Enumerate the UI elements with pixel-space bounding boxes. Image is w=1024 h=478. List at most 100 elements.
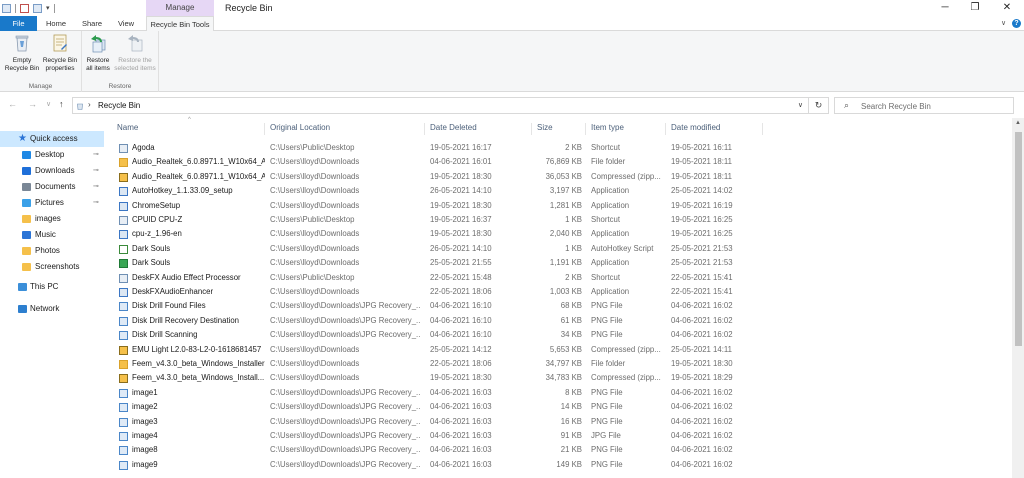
table-row[interactable]: ChromeSetup C:\Users\lloyd\Downloads 19-05… <box>112 199 772 213</box>
breadcrumb-recycle-bin[interactable]: Recycle Bin <box>98 101 140 110</box>
pin-icon[interactable]: ⊸ <box>93 147 99 163</box>
navigation-pane: ★ Quick access Desktop ⊸ Downloads ⊸ Documen… <box>0 118 112 478</box>
new-folder-icon[interactable] <box>33 3 42 13</box>
table-row[interactable]: Dark Souls C:\Users\lloyd\Downloads 25-05-… <box>112 256 772 270</box>
forward-button[interactable]: → <box>28 99 37 109</box>
table-row[interactable]: Feem_v4.3.0_beta_Windows_Installer C:\Use… <box>112 357 772 371</box>
sidebar-item-downloads[interactable]: Downloads ⊸ <box>0 163 104 179</box>
manage-group: Empty Recycle Bin Recycle Bin properties… <box>0 31 82 92</box>
table-row[interactable]: image3 C:\Users\lloyd\Downloads\JPG Recov… <box>112 415 772 429</box>
pin-icon[interactable]: ⊸ <box>93 179 99 195</box>
table-row[interactable]: Agoda C:\Users\Public\Desktop 19-05-2021 1… <box>112 141 772 155</box>
tab-recycle-bin-tools[interactable]: Recycle Bin Tools <box>146 16 214 32</box>
table-row[interactable]: Feem_v4.3.0_beta_Windows_Install... C:\Us… <box>112 371 772 385</box>
cell-name: image1 <box>132 387 158 397</box>
column-header-date-deleted[interactable]: Date Deleted <box>425 123 532 135</box>
folder-icon <box>119 360 128 369</box>
cell-date-modified: 04-06-2021 16:02 <box>671 301 733 311</box>
recycle-bin-properties-button[interactable]: Recycle Bin properties <box>40 33 80 73</box>
nav-network[interactable]: Network <box>0 301 104 317</box>
table-row[interactable]: Audio_Realtek_6.0.8971.1_W10x64_A C:\User… <box>112 155 772 169</box>
table-row[interactable]: Disk Drill Scanning C:\Users\lloyd\Downlo… <box>112 328 772 342</box>
cell-size: 2 KB <box>565 272 582 282</box>
table-row[interactable]: Audio_Realtek_6.0.8971.1_W10x64_A C:\User… <box>112 170 772 184</box>
column-header-name[interactable]: Name <box>112 123 265 135</box>
cell-item-type: File folder <box>591 157 626 167</box>
column-header-date-modified[interactable]: Date modified <box>666 123 763 135</box>
help-icon[interactable]: ? <box>1012 19 1021 28</box>
up-button[interactable]: ↑ <box>59 99 64 109</box>
cell-size: 149 KB <box>556 459 582 469</box>
table-row[interactable]: Disk Drill Found Files C:\Users\lloyd\Dow… <box>112 299 772 313</box>
sidebar-item-desktop[interactable]: Desktop ⊸ <box>0 147 104 163</box>
table-row[interactable]: cpu-z_1.96-en C:\Users\lloyd\Downloads 19-… <box>112 227 772 241</box>
table-row[interactable]: image1 C:\Users\lloyd\Downloads\JPG Recov… <box>112 386 772 400</box>
cell-name: AutoHotkey_1.1.33.09_setup <box>132 186 233 196</box>
restore-selected-items-button[interactable]: Restore the selected items <box>112 33 158 73</box>
minimize-button[interactable]: ─ <box>928 0 962 16</box>
table-row[interactable]: image4 C:\Users\lloyd\Downloads\JPG Recov… <box>112 429 772 443</box>
maximize-button[interactable]: ❐ <box>958 0 992 16</box>
table-row[interactable]: DeskFXAudioEnhancer C:\Users\lloyd\Downlo… <box>112 285 772 299</box>
vertical-scrollbar[interactable]: ▲ <box>1012 118 1024 478</box>
table-row[interactable]: Disk Drill Recovery Destination C:\Users\… <box>112 314 772 328</box>
nav-quick-access[interactable]: ★ Quick access <box>0 131 104 147</box>
cell-size: 1,003 KB <box>549 287 582 296</box>
tab-view[interactable]: View <box>111 16 141 31</box>
cell-name: cpu-z_1.96-en <box>132 229 182 239</box>
address-bar[interactable]: › Recycle Bin ∨ <box>72 97 809 114</box>
sidebar-item-documents[interactable]: Documents ⊸ <box>0 179 104 195</box>
column-header-original-location[interactable]: Original Location <box>265 123 425 135</box>
sidebar-item-music[interactable]: Music <box>0 227 104 243</box>
search-input[interactable] <box>861 100 1009 112</box>
cell-size: 61 KB <box>560 315 582 325</box>
table-row[interactable]: image2 C:\Users\lloyd\Downloads\JPG Recov… <box>112 400 772 414</box>
recent-locations-button[interactable]: ∨ <box>46 100 51 108</box>
documents-icon <box>22 183 31 191</box>
table-row[interactable]: CPUID CPU-Z C:\Users\Public\Desktop 19-05-… <box>112 213 772 227</box>
cell-name: Disk Drill Recovery Destination <box>132 315 240 325</box>
cell-name: image3 <box>132 416 158 426</box>
scrollbar-thumb[interactable] <box>1015 132 1022 346</box>
tab-home[interactable]: Home <box>40 16 72 31</box>
scroll-up-arrow-icon[interactable]: ▲ <box>1012 120 1024 126</box>
tab-file[interactable]: File <box>0 16 37 31</box>
cell-name: DeskFX Audio Effect Processor <box>132 272 241 282</box>
close-button[interactable]: ✕ <box>990 0 1024 16</box>
table-row[interactable]: image9 C:\Users\lloyd\Downloads\JPG Recov… <box>112 458 772 472</box>
collapse-ribbon-icon[interactable]: ∨ <box>1001 19 1006 27</box>
cell-date-modified: 04-06-2021 16:02 <box>671 330 733 340</box>
address-dropdown-icon[interactable]: ∨ <box>798 101 803 109</box>
restore-all-items-button[interactable]: Restore all items <box>83 33 113 73</box>
search-box[interactable]: ⌕ <box>834 97 1014 114</box>
tab-share[interactable]: Share <box>76 16 108 31</box>
sidebar-item-images[interactable]: images <box>0 211 104 227</box>
table-row[interactable]: DeskFX Audio Effect Processor C:\Users\Pu… <box>112 271 772 285</box>
cell-date-modified: 04-06-2021 16:02 <box>671 315 733 325</box>
cell-item-type: Compressed (zipp... <box>591 171 661 181</box>
shortcut-icon <box>119 216 128 225</box>
table-row[interactable]: Dark Souls C:\Users\lloyd\Downloads 26-05-… <box>112 242 772 256</box>
sidebar-item-screenshots[interactable]: Screenshots <box>0 259 104 275</box>
cell-original-location: C:\Users\lloyd\Downloads\JPG Recovery_..… <box>270 301 420 311</box>
customize-toolbar-chevron-icon[interactable]: ▾ <box>46 4 50 12</box>
refresh-button[interactable]: ↻ <box>809 97 829 114</box>
cell-original-location: C:\Users\lloyd\Downloads\JPG Recovery_..… <box>270 315 420 325</box>
column-header-item-type[interactable]: Item type <box>586 123 666 135</box>
sidebar-item-pictures[interactable]: Pictures ⊸ <box>0 195 104 211</box>
nav-this-pc[interactable]: This PC <box>0 279 104 295</box>
table-row[interactable]: AutoHotkey_1.1.33.09_setup C:\Users\lloyd… <box>112 184 772 198</box>
pin-icon[interactable]: ⊸ <box>93 195 99 211</box>
sidebar-item-photos[interactable]: Photos <box>0 243 104 259</box>
column-header-size[interactable]: Size <box>532 123 586 135</box>
properties-check-icon[interactable] <box>20 3 29 13</box>
cell-item-type: Application <box>591 200 630 210</box>
breadcrumb-chevron-icon[interactable]: › <box>88 100 91 109</box>
nav-label: Music <box>35 230 56 239</box>
table-row[interactable]: EMU Light L2.0-83-L2-0-1618681457 C:\User… <box>112 343 772 357</box>
empty-recycle-bin-button[interactable]: Empty Recycle Bin <box>3 33 41 73</box>
table-row[interactable]: image8 C:\Users\lloyd\Downloads\JPG Recov… <box>112 443 772 457</box>
back-button[interactable]: ← <box>8 99 17 109</box>
cell-item-type: Compressed (zipp... <box>591 344 661 354</box>
pin-icon[interactable]: ⊸ <box>93 163 99 179</box>
